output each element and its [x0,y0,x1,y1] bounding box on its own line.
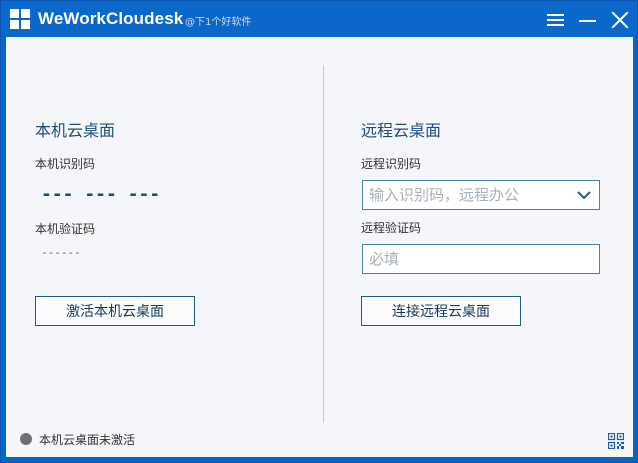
local-id-label: 本机识别码 [35,157,96,171]
remote-id-input[interactable] [369,186,559,204]
windows-logo-icon [10,9,31,30]
chevron-down-icon[interactable] [577,189,591,201]
remote-section-title: 远程云桌面 [361,121,442,140]
connect-remote-button[interactable]: 连接远程云桌面 [361,296,521,326]
app-title: WeWorkCloudesk [38,9,184,28]
minimize-icon[interactable] [576,7,602,33]
remote-verify-input[interactable] [369,250,559,268]
app-window: WeWorkCloudesk @下1个好软件 本机云桌面 本机识别码 --- -… [0,0,638,463]
activate-local-button[interactable]: 激活本机云桌面 [35,296,195,326]
remote-id-label: 远程识别码 [361,157,422,171]
menu-icon[interactable] [544,7,570,33]
watermark-text: @下1个好软件 [185,17,252,28]
local-verify-label: 本机验证码 [35,222,96,236]
local-section-title: 本机云桌面 [35,121,116,140]
remote-verify-label: 远程验证码 [361,221,422,235]
status-text: 本机云桌面未激活 [39,433,136,447]
local-id-value: --- --- --- [41,184,161,205]
title-bar[interactable]: WeWorkCloudesk @下1个好软件 [1,1,637,37]
status-indicator-icon [20,433,32,445]
remote-verify-field[interactable] [362,244,600,274]
qr-code-icon[interactable] [608,433,624,449]
section-divider [323,65,324,423]
local-verify-value: ------ [41,246,81,259]
main-panel: 本机云桌面 本机识别码 --- --- --- 本机验证码 ------ 激活本… [6,37,633,457]
remote-id-combobox[interactable] [362,180,600,210]
close-icon[interactable] [607,7,633,33]
